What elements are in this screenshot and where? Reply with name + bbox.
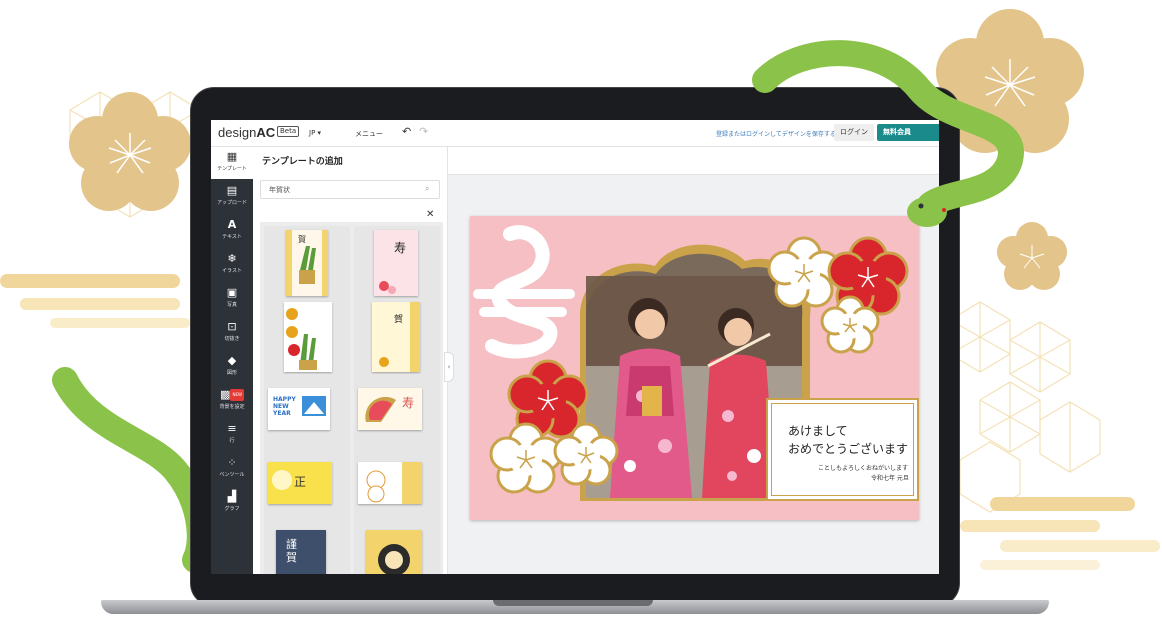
snake-decoration: [752, 40, 1024, 227]
